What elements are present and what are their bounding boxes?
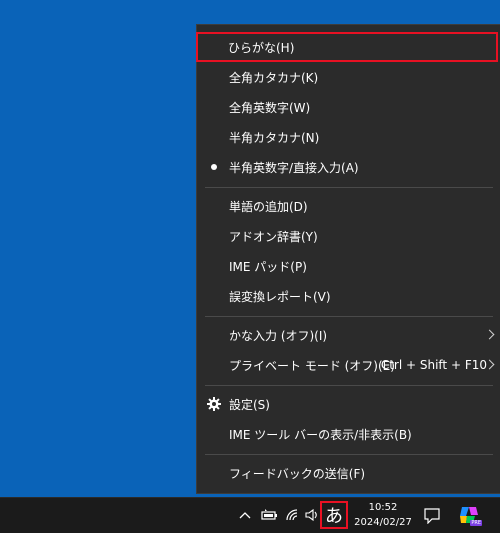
menu-item-halfwidth-katakana[interactable]: 半角カタカナ(N) <box>197 122 500 152</box>
ime-context-menu: ひらがな(H) 全角カタカナ(K) 全角英数字(W) 半角カタカナ(N) 半角英… <box>196 24 500 494</box>
gear-icon <box>207 397 221 411</box>
menu-item-label: IME パッド(P) <box>229 259 307 274</box>
menu-item-settings[interactable]: 設定(S) <box>197 389 500 419</box>
menu-item-label: IME ツール バーの表示/非表示(B) <box>229 427 412 442</box>
copilot-badge: PRE <box>470 520 482 526</box>
copilot-icon[interactable]: PRE <box>458 504 482 526</box>
menu-item-private-mode[interactable]: プライベート モード (オフ)(E) Ctrl + Shift + F10 <box>197 350 500 380</box>
menu-item-label: かな入力 (オフ)(I) <box>229 328 328 343</box>
menu-separator <box>205 454 493 455</box>
chevron-up-icon[interactable] <box>239 510 251 520</box>
menu-item-addon-dictionary[interactable]: アドオン辞書(Y) <box>197 221 500 251</box>
menu-item-label: 誤変換レポート(V) <box>229 289 331 304</box>
clock-time: 10:52 <box>368 502 398 513</box>
menu-item-fullwidth-alphanumeric[interactable]: 全角英数字(W) <box>197 92 500 122</box>
menu-item-label: アドオン辞書(Y) <box>229 229 318 244</box>
menu-item-label: ひらがな(H) <box>228 40 295 55</box>
shortcut-label: Ctrl + Shift + F10 <box>380 358 487 372</box>
menu-item-fullwidth-katakana[interactable]: 全角カタカナ(K) <box>197 62 500 92</box>
notification-icon[interactable] <box>424 508 440 524</box>
menu-separator <box>205 316 493 317</box>
menu-item-halfwidth-alphanumeric[interactable]: 半角英数字/直接入力(A) <box>197 152 500 182</box>
volume-icon[interactable] <box>305 508 319 522</box>
selected-bullet-icon <box>211 164 217 170</box>
menu-item-label: フィードバックの送信(F) <box>229 466 366 481</box>
menu-item-conversion-report[interactable]: 誤変換レポート(V) <box>197 281 500 311</box>
menu-item-send-feedback[interactable]: フィードバックの送信(F) <box>197 458 500 488</box>
menu-item-ime-pad[interactable]: IME パッド(P) <box>197 251 500 281</box>
taskbar: あ 10:52 2024/02/27 PRE <box>0 497 500 533</box>
menu-item-add-word[interactable]: 単語の追加(D) <box>197 191 500 221</box>
menu-item-label: 全角カタカナ(K) <box>229 70 319 85</box>
menu-separator <box>205 385 493 386</box>
menu-item-label: 単語の追加(D) <box>229 199 308 214</box>
menu-item-label: 全角英数字(W) <box>229 100 311 115</box>
clock[interactable]: 10:52 2024/02/27 <box>352 500 414 530</box>
menu-item-toggle-toolbar[interactable]: IME ツール バーの表示/非表示(B) <box>197 419 500 449</box>
chevron-right-icon <box>484 329 495 340</box>
menu-item-kana-input[interactable]: かな入力 (オフ)(I) <box>197 320 500 350</box>
ime-mode-indicator[interactable]: あ <box>320 501 348 529</box>
battery-icon[interactable] <box>261 509 279 521</box>
wifi-icon[interactable] <box>285 508 299 522</box>
clock-date: 2024/02/27 <box>354 517 412 528</box>
menu-item-label: 設定(S) <box>229 397 270 412</box>
menu-item-label: 半角英数字/直接入力(A) <box>229 160 359 175</box>
menu-item-hiragana[interactable]: ひらがな(H) <box>196 32 498 62</box>
menu-item-label: 半角カタカナ(N) <box>229 130 320 145</box>
menu-separator <box>205 187 493 188</box>
menu-item-label: プライベート モード (オフ)(E) <box>229 358 395 373</box>
